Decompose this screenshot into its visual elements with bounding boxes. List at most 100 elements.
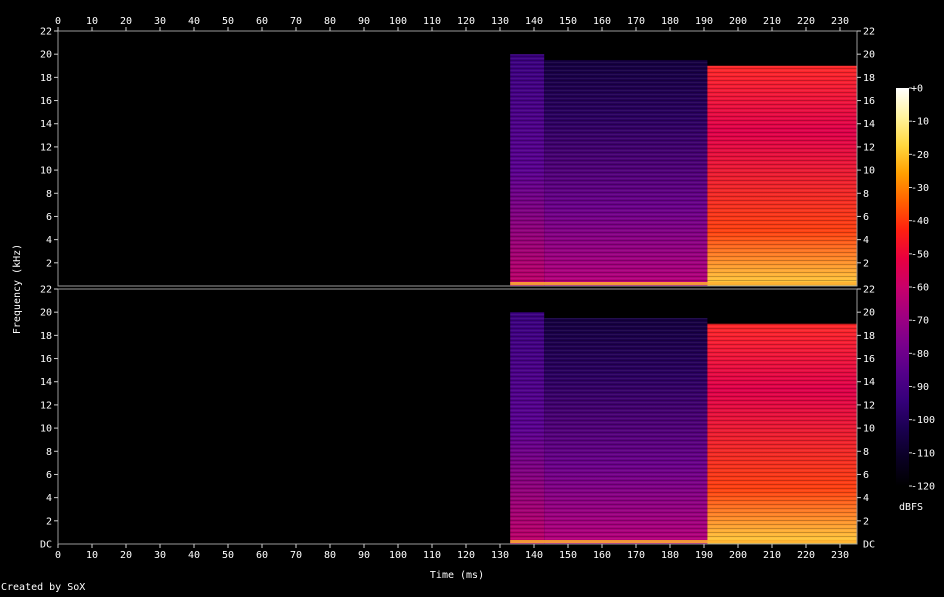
x-tick-label-top: 150 (559, 16, 577, 27)
y-tick-label-right: 22 (863, 27, 875, 38)
low-frequency-band (510, 540, 857, 543)
y-tick-label-left: 16 (40, 96, 52, 107)
x-tick-label-bottom: 180 (661, 550, 679, 561)
x-tick-label-bottom: 160 (593, 550, 611, 561)
y-tick-label-left: 10 (40, 166, 52, 177)
y-tick-label-left: 16 (40, 354, 52, 365)
y-tick-label-left: 14 (40, 377, 52, 388)
y-tick-label-right: 10 (863, 166, 875, 177)
x-tick-label-bottom: 170 (627, 550, 645, 561)
y-tick-label-left: 4 (46, 235, 52, 246)
y-tick-label-left: 20 (40, 308, 52, 319)
x-tick-label-bottom: 10 (86, 550, 98, 561)
colorbar-tick-label: +0 (911, 84, 923, 95)
y-tick-label-right: 10 (863, 424, 875, 435)
y-tick-label-right: 8 (863, 447, 869, 458)
x-tick-label-top: 220 (797, 16, 815, 27)
colorbar-tick-label: -90 (911, 382, 929, 393)
colorbar-tick-label: -100 (911, 415, 935, 426)
x-tick-label-top: 100 (389, 16, 407, 27)
y-tick-label-left: 12 (40, 142, 52, 153)
x-tick-label-top: 230 (831, 16, 849, 27)
y-tick-label-left: 6 (46, 212, 52, 223)
x-tick-label-top: 180 (661, 16, 679, 27)
x-tick-label-top: 0 (55, 16, 61, 27)
y-tick-label-left: 22 (40, 285, 52, 296)
colorbar: +0 -10 -20 -30 -40 -50 -60 -70 -80 -90 -100 -110 -12… (896, 84, 935, 493)
x-tick-label-bottom: 110 (423, 550, 441, 561)
y-tick-label-left: 22 (40, 27, 52, 38)
x-tick-label-bottom: 120 (457, 550, 475, 561)
x-tick-label-bottom: 130 (491, 550, 509, 561)
y-tick-label-right: 18 (863, 73, 875, 84)
x-tick-label-bottom: 100 (389, 550, 407, 561)
x-tick-label-bottom: 0 (55, 550, 61, 561)
x-tick-label-top: 200 (729, 16, 747, 27)
spectrogram-panels (58, 31, 857, 544)
x-tick-label-bottom: 230 (831, 550, 849, 561)
x-tick-label-top: 30 (154, 16, 166, 27)
x-tick-label-bottom: 140 (525, 550, 543, 561)
y-tick-label-left: 12 (40, 400, 52, 411)
y-tick-label-right: 18 (863, 331, 875, 342)
y-tick-label-right: 12 (863, 142, 875, 153)
x-tick-label-bottom: 40 (188, 550, 200, 561)
spectrogram-texture (707, 65, 857, 286)
colorbar-label: dBFS (899, 502, 923, 513)
x-tick-label-top: 70 (290, 16, 302, 27)
y-tick-label-right: 16 (863, 96, 875, 107)
x-tick-label-top: 80 (324, 16, 336, 27)
x-tick-label-bottom: 90 (358, 550, 370, 561)
x-tick-label-bottom: 210 (763, 550, 781, 561)
y-tick-label-right: 4 (863, 235, 869, 246)
y-tick-label-right: 6 (863, 470, 869, 481)
spectrogram-texture (707, 323, 857, 544)
x-tick-label-top: 40 (188, 16, 200, 27)
y-tick-label-right: 14 (863, 377, 875, 388)
x-tick-label-bottom: 80 (324, 550, 336, 561)
x-tick-label-bottom: 70 (290, 550, 302, 561)
created-by-label: Created by SoX (1, 582, 85, 593)
colorbar-tick-label: -110 (911, 448, 935, 459)
y-tick-label-right: 2 (863, 258, 869, 269)
colorbar-tick-label: -20 (911, 150, 929, 161)
x-tick-label-bottom: 30 (154, 550, 166, 561)
x-tick-label-top: 130 (491, 16, 509, 27)
colorbar-gradient (896, 88, 909, 486)
spectrogram-chart: 0 0 10 10 20 20 30 30 40 40 50 50 60 60 70 70 80 80 90 90 10… (1, 16, 935, 593)
spectrogram-texture (510, 54, 545, 286)
x-tick-label-top: 190 (695, 16, 713, 27)
y-tick-label-left: 14 (40, 119, 52, 130)
x-tick-label-top: 170 (627, 16, 645, 27)
colorbar-tick-label: -120 (911, 482, 935, 493)
spectrogram-texture (544, 59, 708, 287)
y-tick-label-left: 4 (46, 493, 52, 504)
y-tick-label-left-dc: DC (40, 540, 52, 551)
y-tick-label-left: 6 (46, 470, 52, 481)
y-tick-label-left: 20 (40, 50, 52, 61)
x-tick-label-top: 20 (120, 16, 132, 27)
x-tick-label-bottom: 50 (222, 550, 234, 561)
x-tick-label-top: 210 (763, 16, 781, 27)
spectrogram-texture (544, 317, 708, 544)
colorbar-tick-label: -40 (911, 216, 929, 227)
colorbar-tick-label: -50 (911, 249, 929, 260)
x-tick-label-top: 90 (358, 16, 370, 27)
y-tick-label-right: 6 (863, 212, 869, 223)
y-axis-label: Frequency (kHz) (12, 244, 23, 334)
spectrogram-texture (510, 312, 545, 544)
colorbar-tick-label: -60 (911, 283, 929, 294)
y-tick-label-left: 10 (40, 424, 52, 435)
y-tick-label-right: 4 (863, 493, 869, 504)
x-tick-label-top: 120 (457, 16, 475, 27)
y-tick-label-right-dc: DC (863, 540, 875, 551)
x-tick-label-top: 160 (593, 16, 611, 27)
y-tick-label-right: 16 (863, 354, 875, 365)
x-axis-label: Time (ms) (430, 570, 484, 581)
y-tick-label-right: 20 (863, 308, 875, 319)
x-tick-label-top: 60 (256, 16, 268, 27)
spectrogram-figure: 0 0 10 10 20 20 30 30 40 40 50 50 60 60 70 70 80 80 90 90 10… (0, 0, 944, 593)
x-tick-label-top: 50 (222, 16, 234, 27)
colorbar-tick-label: -80 (911, 349, 929, 360)
colorbar-tick-label: -70 (911, 316, 929, 327)
